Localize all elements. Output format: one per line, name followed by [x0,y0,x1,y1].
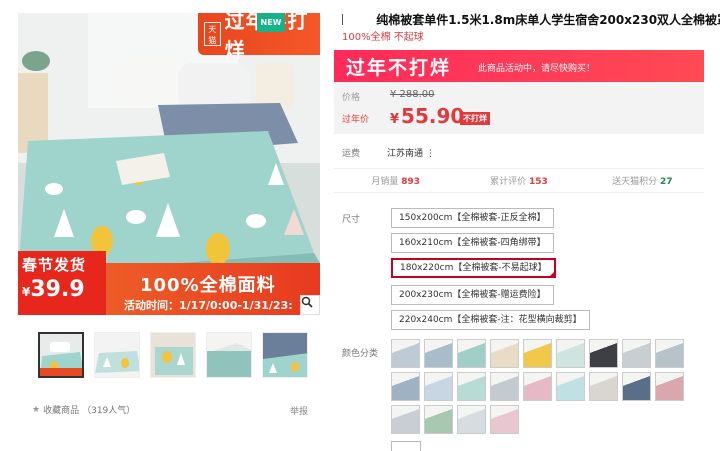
stat-value: 27 [660,177,673,187]
main-product-image[interactable]: 天猫 过年不打烊 春节发货 ¥39.9 100%全棉面料 活动时间：1/17/0… [18,13,320,315]
color-swatch[interactable] [391,405,420,434]
color-swatch[interactable] [424,372,453,401]
color-swatch[interactable] [556,339,585,368]
star-icon: ★ [32,404,41,415]
color-swatch[interactable] [622,372,651,401]
stats-row: 月销量 893 累计评价 153 送天猫积分 27 [334,168,704,193]
favorite-product[interactable]: ★ 收藏商品 （319人气） [32,403,136,417]
sale-price: ¥55.90 [390,104,464,128]
tmall-seal: 天猫 [204,22,221,46]
stat-points: 送天猫积分 27 [581,174,704,187]
color-swatch[interactable] [457,405,486,434]
magnifier-icon[interactable] [300,295,320,315]
color-swatch[interactable] [490,405,519,434]
color-swatch[interactable] [655,372,684,401]
sale-banner: 过年不打烊 此商品活动中，请尽快购买！ [334,50,704,82]
product-title-row: 纯棉被套单件1.5米1.8m床单人学生宿舍200x230双人全棉被罩 [342,11,720,29]
color-swatch[interactable] [589,372,618,401]
thumbnail-strip [38,332,308,378]
original-price: ¥ 288.00 [390,89,435,100]
season-price-value: 39.9 [30,277,85,302]
size-option-200x230[interactable]: 200x230cm【全棉被套-赠运费险】 [391,285,554,305]
color-swatch[interactable] [655,339,684,368]
quantity-input[interactable] [391,441,421,451]
report-link[interactable]: 举报 [290,404,308,417]
thumbnail-3[interactable] [150,332,196,378]
sale-price-value: 55.90 [401,104,465,128]
size-option-180x220[interactable]: 180x220cm【全棉被套-不易起球】 [391,258,556,278]
size-option-220x240[interactable]: 220x240cm【全棉被套-注：花型横向裁剪】 [391,310,590,330]
sale-price-yen: ¥ [390,112,400,127]
new-tag: NEW [257,13,285,32]
shipping-origin[interactable]: 江苏南通 ⋮ [387,146,435,159]
stat-value: 153 [529,177,548,187]
thumbnail-4[interactable] [206,332,252,378]
color-swatch[interactable] [622,339,651,368]
price-box: 价格 ¥ 288.00 过年价 ¥55.90 不打烊 [334,82,704,134]
size-option-160x210[interactable]: 160x210cm【全棉被套-四角绑带】 [391,233,554,253]
color-swatch[interactable] [490,372,519,401]
sale-banner-title: 过年不打烊 [346,57,452,79]
season-title: 春节发货 [22,256,87,274]
price-label: 价格 [342,93,361,103]
size-label: 尺寸 [342,215,361,225]
thumbnail-2[interactable] [94,332,140,378]
stat-label: 月销量 [371,177,399,187]
color-swatch[interactable] [424,339,453,368]
text-cursor [342,14,343,25]
shipping-label: 运费 [342,149,361,159]
color-swatch[interactable] [457,372,486,401]
stat-monthly-sales: 月销量 893 [334,174,457,187]
stat-reviews[interactable]: 累计评价 153 [457,174,580,187]
thumbnail-5[interactable] [262,332,308,378]
color-swatch[interactable] [391,339,420,368]
stat-label: 累计评价 [490,177,527,187]
sale-badge: 不打烊 [460,112,490,125]
color-swatch[interactable] [589,339,618,368]
color-label: 颜色分类 [342,349,379,359]
favorite-count: （319人气） [82,406,136,416]
thumbnail-1[interactable] [38,332,84,378]
color-swatch[interactable] [490,339,519,368]
size-option-label: 180x220cm【全棉被套-不易起球】 [400,263,547,273]
color-swatch[interactable] [457,339,486,368]
season-price: ¥39.9 [22,277,102,302]
favorite-label: 收藏商品 [43,406,80,416]
color-swatch[interactable] [391,372,420,401]
product-title: 纯棉被套单件1.5米1.8m床单人学生宿舍200x230双人全棉被罩 [376,13,720,27]
size-option-150x200[interactable]: 150x200cm【全棉被套-正反全棉】 [391,208,554,228]
color-swatch[interactable] [556,372,585,401]
color-swatch[interactable] [523,339,552,368]
sale-banner-note: 此商品活动中，请尽快购买！ [478,64,596,74]
cotton-text: 100%全棉面料 [140,275,276,296]
stat-label: 送天猫积分 [612,177,658,187]
color-swatch[interactable] [424,405,453,434]
selected-check-icon [547,270,556,278]
season-price-tag: 春节发货 ¥39.9 [18,251,106,315]
sale-price-label: 过年价 [342,115,370,125]
activity-time: 活动时间：1/17/0:00-1/31/23: [124,299,293,312]
color-swatch[interactable] [523,372,552,401]
product-subtitle: 100%全棉 不起球 [342,32,424,43]
stat-value: 893 [401,177,420,187]
